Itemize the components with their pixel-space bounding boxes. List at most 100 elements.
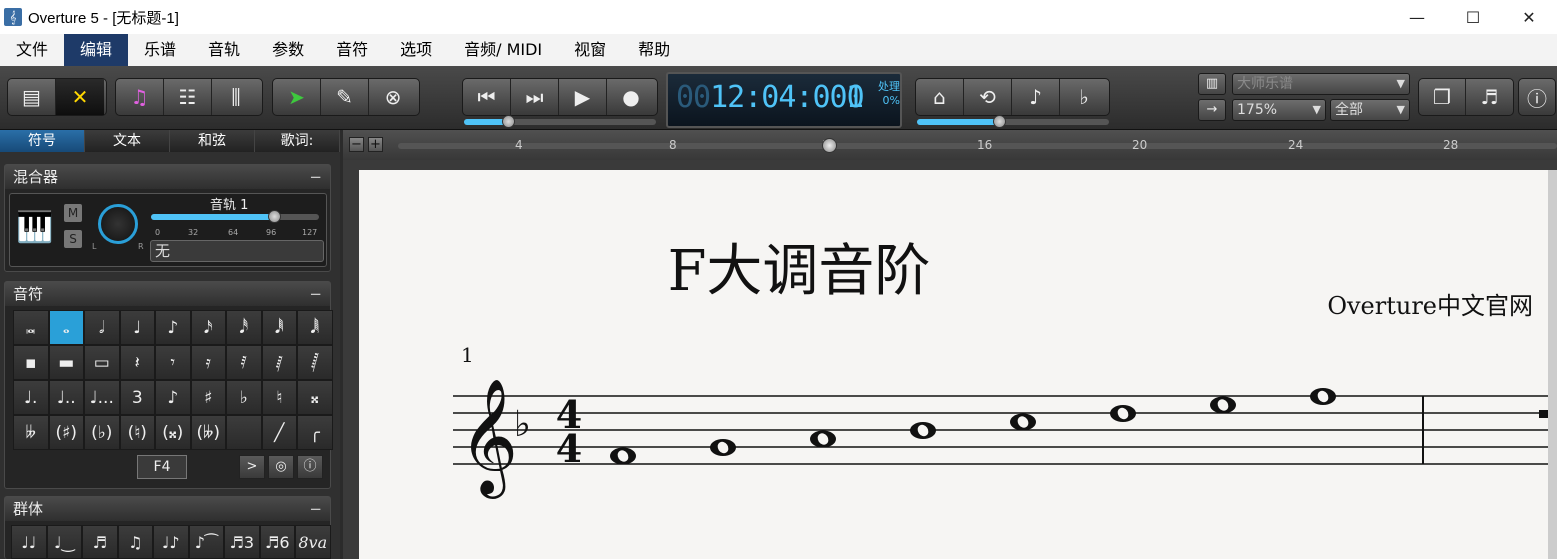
64th-note-icon[interactable]: 𝅘𝅥𝅱: [261, 310, 297, 345]
beamed-8ths-icon[interactable]: ♫: [117, 525, 153, 559]
arrow-right-icon[interactable]: >: [239, 455, 265, 479]
courtesy-double-flat-icon[interactable]: (𝄫): [190, 415, 226, 450]
select-arrow-icon[interactable]: ➤: [273, 79, 321, 115]
mixer-icon[interactable]: ⫼: [212, 79, 260, 115]
collapse-icon[interactable]: −: [309, 282, 322, 306]
step-forward-icon[interactable]: ⏭: [511, 79, 559, 115]
two-quarter-group-icon[interactable]: ♩♩: [11, 525, 47, 559]
32nd-rest-icon[interactable]: 𝅀: [226, 345, 262, 380]
tab-text[interactable]: 文本: [85, 130, 170, 152]
music-note-icon[interactable]: ♫: [116, 79, 164, 115]
arrow-right-icon[interactable]: →: [1198, 99, 1226, 121]
zoom-out-button[interactable]: −: [349, 137, 364, 152]
whole-note[interactable]: [610, 447, 636, 465]
whole-rest-icon[interactable]: ▬: [48, 345, 84, 380]
whole-note[interactable]: [1110, 405, 1136, 422]
courtesy-sharp-icon[interactable]: (♯): [48, 415, 84, 450]
whole-note[interactable]: [810, 430, 836, 448]
stem-icon[interactable]: ╭: [297, 415, 333, 450]
part-select[interactable]: 全部 ▼: [1330, 99, 1410, 121]
collapse-icon[interactable]: −: [309, 165, 322, 189]
menu-edit[interactable]: 编辑: [64, 34, 129, 66]
triple-dotted-icon[interactable]: ♩...: [84, 380, 120, 415]
slider-knob[interactable]: [268, 210, 281, 223]
staff-icon[interactable]: ♭: [1060, 79, 1108, 115]
slider-knob[interactable]: [993, 115, 1006, 128]
pencil-icon[interactable]: ✎: [321, 79, 369, 115]
menu-options[interactable]: 选项: [384, 34, 448, 66]
tie-group-icon[interactable]: ♩‿: [46, 525, 82, 559]
half-note-icon[interactable]: 𝅗𝅥: [84, 310, 120, 345]
eighth-rest-icon[interactable]: 𝄾: [155, 345, 191, 380]
playhead-marker[interactable]: [822, 138, 837, 153]
rewind-icon[interactable]: ⏮: [463, 79, 511, 115]
sharp-icon[interactable]: ♯: [190, 380, 226, 415]
double-dotted-icon[interactable]: ♩..: [48, 380, 84, 415]
whole-note[interactable]: [910, 422, 936, 439]
menu-parameters[interactable]: 参数: [256, 34, 320, 66]
instrument-field[interactable]: 无: [150, 240, 324, 262]
slur-group-icon[interactable]: ♪⁀: [188, 525, 224, 559]
quarter-rest-icon[interactable]: 𝄽: [119, 345, 155, 380]
courtesy-natural-icon[interactable]: (♮): [119, 415, 155, 450]
dotted-note-icon[interactable]: ♩.: [13, 380, 49, 415]
double-sharp-icon[interactable]: 𝄪: [297, 380, 333, 415]
collapse-icon[interactable]: −: [309, 497, 322, 521]
natural-icon[interactable]: ♮: [261, 380, 297, 415]
menu-file[interactable]: 文件: [0, 34, 64, 66]
key-signature-flat-icon[interactable]: ♭: [514, 404, 531, 445]
maximize-button[interactable]: ☐: [1445, 0, 1501, 34]
transport-position-slider[interactable]: [464, 115, 656, 128]
metronome-icon[interactable]: ⌂: [916, 79, 964, 115]
64th-rest-icon[interactable]: 𝅁: [261, 345, 297, 380]
slash-icon[interactable]: ╱: [261, 415, 297, 450]
menu-audio-midi[interactable]: 音频/ MIDI: [448, 34, 558, 66]
solo-button[interactable]: S: [64, 230, 82, 248]
treble-clef-icon[interactable]: 𝄞: [459, 377, 518, 499]
octave-8va-icon[interactable]: 8va: [295, 525, 331, 559]
breve-icon[interactable]: 𝅜: [13, 310, 49, 345]
vertical-scrollbar[interactable]: [1548, 170, 1557, 559]
pitch-field[interactable]: F4: [137, 455, 187, 479]
time-signature-bottom[interactable]: 4: [556, 426, 582, 471]
mute-button[interactable]: M: [64, 204, 82, 222]
beamed-16ths-icon[interactable]: ♬: [82, 525, 118, 559]
menu-notes[interactable]: 音符: [320, 34, 384, 66]
whole-note[interactable]: [710, 439, 736, 456]
loop-icon[interactable]: ⟲: [964, 79, 1012, 115]
info-icon[interactable]: ⓘ: [297, 455, 323, 479]
page-view-icon[interactable]: ▥: [1198, 73, 1226, 95]
breve-rest-icon[interactable]: ▪: [13, 345, 49, 380]
sextuplet-group-icon[interactable]: ♬6: [259, 525, 295, 559]
courtesy-double-sharp-icon[interactable]: (𝄪): [155, 415, 191, 450]
quarter-eighth-icon[interactable]: ♩♪: [153, 525, 189, 559]
quantize-icon[interactable]: ♪: [1012, 79, 1060, 115]
eighth-note-icon[interactable]: ♪: [155, 310, 191, 345]
whole-note-icon[interactable]: 𝅝: [48, 310, 84, 345]
eraser-icon[interactable]: ⊗: [369, 79, 417, 115]
midi-icon[interactable]: ◎: [268, 455, 294, 479]
32nd-note-icon[interactable]: 𝅘𝅥𝅰: [226, 310, 262, 345]
tab-symbols[interactable]: 符号: [0, 130, 85, 152]
menu-score[interactable]: 乐谱: [128, 34, 192, 66]
minimize-button[interactable]: —: [1389, 0, 1445, 34]
copy-pages-icon[interactable]: ❐: [1419, 79, 1467, 115]
zoom-select[interactable]: 175% ▼: [1232, 99, 1326, 121]
tab-chords[interactable]: 和弦: [170, 130, 255, 152]
sixteenth-note-icon[interactable]: 𝅘𝅥𝅯: [190, 310, 226, 345]
tempo-slider[interactable]: [917, 115, 1109, 128]
triplet-icon[interactable]: 3: [119, 380, 155, 415]
info-icon[interactable]: ⓘ: [1519, 79, 1555, 115]
score-folder-icon[interactable]: ♬: [1466, 79, 1513, 115]
128th-note-icon[interactable]: 𝅘𝅥𝅲: [297, 310, 333, 345]
menu-window[interactable]: 视窗: [558, 34, 622, 66]
close-button[interactable]: ✕: [1501, 0, 1557, 34]
zoom-in-button[interactable]: +: [368, 137, 383, 152]
score-title[interactable]: F大调音阶: [668, 239, 931, 304]
record-icon[interactable]: ●: [607, 79, 655, 115]
keyboard-icon[interactable]: ▤: [8, 79, 56, 115]
track-list-icon[interactable]: ☷: [164, 79, 212, 115]
tab-lyrics[interactable]: 歌词:: [255, 130, 340, 152]
pan-knob[interactable]: [98, 204, 138, 244]
flat-icon[interactable]: ♭: [226, 380, 262, 415]
